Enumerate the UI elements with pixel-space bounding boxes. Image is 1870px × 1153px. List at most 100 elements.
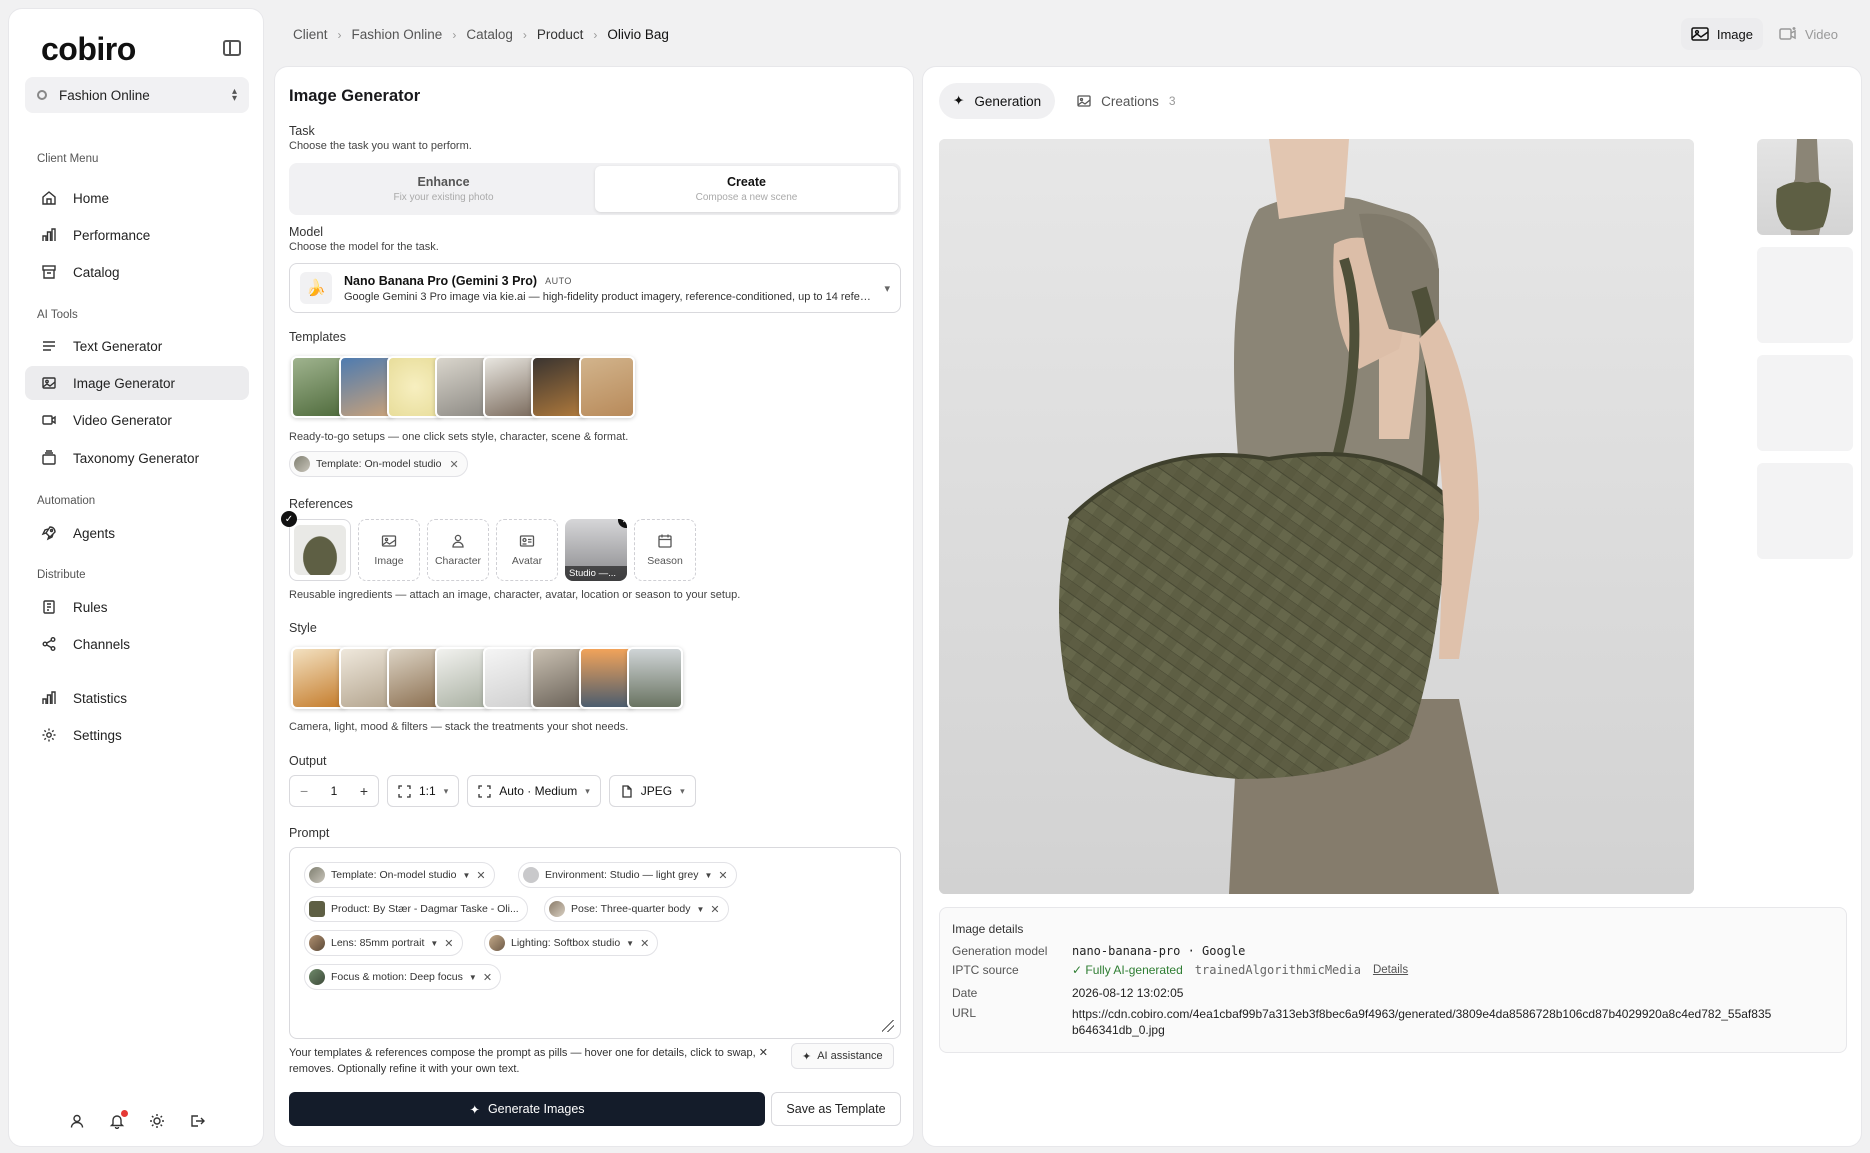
quantity-value[interactable]: 1: [331, 784, 338, 798]
rocket-icon: [41, 525, 57, 541]
chevron-down-icon[interactable]: ▼: [626, 939, 634, 948]
prompt-pill-environment[interactable]: Environment: Studio — light grey ▼ ✕: [518, 862, 737, 888]
reference-character-slot[interactable]: Character: [427, 519, 489, 581]
close-icon[interactable]: ✕: [476, 869, 485, 882]
tab-generation[interactable]: ✦ Generation: [939, 83, 1056, 119]
sidebar-item-performance[interactable]: Performance: [25, 218, 249, 252]
bell-icon[interactable]: [109, 1110, 128, 1129]
reference-avatar-slot[interactable]: Avatar: [496, 519, 558, 581]
sidebar-item-rules[interactable]: Rules: [25, 590, 249, 624]
media-image-label: Image: [1716, 26, 1753, 42]
sidebar-item-image-generator[interactable]: Image Generator: [25, 366, 249, 400]
breadcrumb-fashion-online[interactable]: Fashion Online: [352, 27, 443, 42]
sidebar-item-text-generator[interactable]: Text Generator: [25, 329, 249, 363]
image-generator-panel: Image Generator Task Choose the task you…: [274, 66, 914, 1147]
sidebar-item-settings[interactable]: Settings: [25, 718, 249, 752]
expand-icon: [398, 784, 411, 798]
chevron-down-icon[interactable]: ▼: [696, 905, 704, 914]
close-icon[interactable]: ✕: [444, 937, 453, 950]
breadcrumb-catalog[interactable]: Catalog: [466, 27, 513, 42]
generated-image[interactable]: [939, 139, 1694, 894]
sidebar-item-taxonomy-generator[interactable]: Taxonomy Generator: [25, 441, 249, 475]
product-bag-thumbnail: [294, 525, 346, 575]
pill-avatar: [489, 935, 505, 951]
sidebar-item-channels[interactable]: Channels: [25, 627, 249, 661]
creation-thumb-empty[interactable]: [1757, 247, 1853, 343]
cobiro-logo[interactable]: cobiro: [41, 31, 136, 68]
minus-icon[interactable]: −: [300, 783, 308, 799]
breadcrumb-product[interactable]: Product: [537, 27, 584, 42]
task-enhance-option[interactable]: Enhance Fix your existing photo: [292, 166, 595, 212]
chevron-down-icon[interactable]: ▼: [462, 871, 470, 880]
close-icon[interactable]: ✕: [483, 971, 492, 984]
quantity-stepper: − 1 +: [289, 775, 379, 807]
prompt-editor[interactable]: Template: On-model studio ▼ ✕ Environmen…: [289, 847, 901, 1039]
style-thumb[interactable]: [627, 647, 683, 709]
creation-thumb-empty[interactable]: [1757, 355, 1853, 451]
generate-images-button[interactable]: ✦ Generate Images: [289, 1092, 765, 1126]
pill-label: Lighting: Softbox studio: [511, 937, 621, 949]
tab-creations[interactable]: Creations 3: [1063, 83, 1189, 119]
aspect-ratio-select[interactable]: 1:1 ▾: [387, 775, 460, 807]
sidebar-item-agents[interactable]: Agents: [25, 516, 249, 550]
ai-generated-label: Fully AI-generated: [1085, 963, 1183, 977]
model-select[interactable]: 🍌 Nano Banana Pro (Gemini 3 Pro) AUTO Goo…: [289, 263, 901, 313]
reference-product[interactable]: ✓: [281, 511, 351, 581]
sidebar-collapse-icon[interactable]: [223, 40, 241, 56]
format-select[interactable]: JPEG ▾: [608, 775, 696, 807]
template-thumb[interactable]: [579, 356, 635, 418]
plus-icon[interactable]: +: [360, 783, 368, 799]
logout-icon[interactable]: [189, 1113, 205, 1129]
chevron-down-icon[interactable]: ▼: [705, 871, 713, 880]
task-label: Task: [289, 124, 315, 138]
media-image-button[interactable]: Image: [1680, 18, 1763, 50]
chevron-down-icon: ▾: [884, 282, 890, 295]
close-icon[interactable]: ✕: [640, 937, 649, 950]
selected-template-pill[interactable]: Template: On-model studio ✕: [289, 451, 468, 477]
sidebar: cobiro Fashion Online ▴ ▾ Client Menu Hom…: [8, 8, 264, 1147]
url-line-1: https://cdn.cobiro.com/4ea1cbaf99b7a313e…: [1072, 1007, 1772, 1021]
calendar-icon: [658, 534, 672, 548]
iptc-details-link[interactable]: Details: [1373, 964, 1408, 976]
user-icon[interactable]: [69, 1113, 85, 1129]
media-video-button[interactable]: Video: [1769, 18, 1848, 50]
sidebar-item-catalog[interactable]: Catalog: [25, 255, 249, 289]
sidebar-item-label: Catalog: [73, 264, 120, 280]
prompt-pill-lens[interactable]: Lens: 85mm portrait ▼ ✕: [304, 930, 463, 956]
prompt-pill-template[interactable]: Template: On-model studio ▼ ✕: [304, 862, 495, 888]
reference-studio-environment[interactable]: Studio —... ✕: [565, 519, 627, 581]
prompt-pill-focus[interactable]: Focus & motion: Deep focus ▼ ✕: [304, 964, 502, 990]
close-icon[interactable]: ✕: [449, 458, 458, 471]
sun-icon[interactable]: [149, 1113, 165, 1129]
sidebar-item-home[interactable]: Home: [25, 181, 249, 215]
sidebar-item-statistics[interactable]: Statistics: [25, 681, 249, 715]
chevron-down-icon[interactable]: ▼: [430, 939, 438, 948]
quality-select[interactable]: Auto · Medium ▾: [467, 775, 601, 807]
task-create-option[interactable]: Create Compose a new scene: [595, 166, 898, 212]
close-icon[interactable]: ✕: [710, 903, 719, 916]
resize-handle-icon[interactable]: [882, 1020, 894, 1032]
remove-reference-icon[interactable]: ✕: [618, 519, 627, 528]
sidebar-item-label: Taxonomy Generator: [73, 450, 200, 466]
prompt-pill-lighting[interactable]: Lighting: Softbox studio ▼ ✕: [484, 930, 659, 956]
ai-assistance-button[interactable]: ✦ AI assistance: [791, 1043, 894, 1069]
prompt-pill-pose[interactable]: Pose: Three-quarter body ▼ ✕: [544, 896, 729, 922]
video-icon: [41, 412, 57, 428]
creation-thumb-selected[interactable]: [1757, 139, 1853, 235]
client-switcher[interactable]: Fashion Online ▴ ▾: [25, 77, 249, 113]
reference-image-slot[interactable]: Image: [358, 519, 420, 581]
sidebar-item-video-generator[interactable]: Video Generator: [25, 403, 249, 437]
pill-avatar: [523, 867, 539, 883]
iptc-code: trainedAlgorithmicMedia: [1194, 963, 1361, 977]
close-icon[interactable]: ✕: [718, 869, 727, 882]
reference-season-slot[interactable]: Season: [634, 519, 696, 581]
creation-thumb-empty[interactable]: [1757, 463, 1853, 559]
breadcrumb-client[interactable]: Client: [293, 27, 328, 42]
chevron-down-icon: ▾: [443, 785, 449, 796]
url-value[interactable]: https://cdn.cobiro.com/4ea1cbaf99b7a313e…: [1072, 1006, 1771, 1038]
prompt-pill-product[interactable]: Product: By Stær - Dagmar Taske - Oli...: [304, 896, 528, 922]
save-as-template-button[interactable]: Save as Template: [771, 1092, 901, 1126]
image-details-card: Image details Generation model nano-bana…: [939, 907, 1847, 1053]
sparkle-icon: ✦: [953, 93, 965, 108]
chevron-down-icon[interactable]: ▼: [469, 973, 477, 982]
